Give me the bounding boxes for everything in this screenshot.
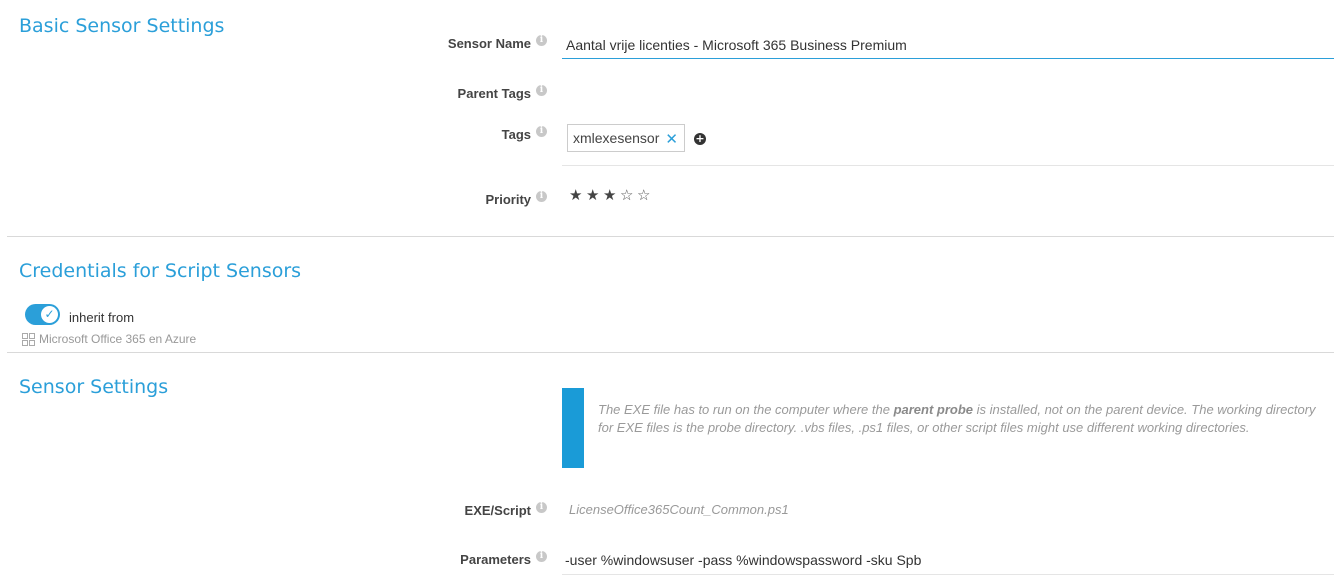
star-icon[interactable]: ★ [586, 186, 603, 204]
inherit-from-label: inherit from [69, 310, 135, 325]
info-icon[interactable]: i [536, 191, 547, 202]
parameters-underline [562, 574, 1334, 575]
exe-script-label: EXE/Script [464, 503, 531, 518]
note-text-bold: parent probe [893, 402, 974, 417]
priority-stars[interactable]: ★ ★ ★ ☆ ☆ [569, 186, 654, 204]
info-icon[interactable]: i [536, 126, 547, 137]
star-icon[interactable]: ☆ [620, 186, 637, 204]
section-title-basic-sensor-settings: Basic Sensor Settings [19, 15, 225, 37]
add-tag-button[interactable]: + [694, 133, 706, 145]
info-icon[interactable]: i [536, 85, 547, 96]
tag-chip-label: xmlexesensor [573, 130, 660, 146]
sensor-name-input[interactable] [562, 34, 1334, 56]
section-title-credentials: Credentials for Script Sensors [19, 260, 302, 282]
device-group-icon [22, 332, 35, 346]
exe-note: The EXE file has to run on the computer … [598, 401, 1318, 437]
inherit-source-label: Microsoft Office 365 en Azure [39, 332, 197, 346]
star-icon[interactable]: ☆ [637, 186, 654, 204]
parent-tags-label: Parent Tags [457, 86, 531, 101]
tags-underline [562, 165, 1334, 166]
inherit-toggle[interactable]: ✓ [25, 304, 60, 325]
tags-label: Tags [501, 127, 531, 142]
info-icon[interactable]: i [536, 502, 547, 513]
note-accent-bar [562, 388, 584, 468]
section-divider [7, 236, 1334, 237]
star-icon[interactable]: ★ [569, 186, 586, 204]
info-icon[interactable]: i [536, 551, 547, 562]
close-icon[interactable]: ✕ [665, 130, 678, 148]
tag-chip: xmlexesensor ✕ [567, 124, 685, 152]
parameters-label: Parameters [460, 552, 531, 567]
note-text-pre: The EXE file has to run on the computer … [598, 402, 894, 417]
exe-script-value: LicenseOffice365Count_Common.ps1 [569, 502, 789, 517]
sensor-name-label: Sensor Name [447, 36, 531, 51]
priority-label: Priority [485, 192, 531, 207]
parameters-input[interactable] [562, 550, 1334, 570]
star-icon[interactable]: ★ [603, 186, 620, 204]
inherit-source: Microsoft Office 365 en Azure [22, 332, 196, 346]
section-title-sensor-settings: Sensor Settings [19, 376, 169, 398]
section-divider [7, 352, 1334, 353]
sensor-name-underline [562, 58, 1334, 59]
check-icon: ✓ [41, 306, 58, 323]
info-icon[interactable]: i [536, 35, 547, 46]
